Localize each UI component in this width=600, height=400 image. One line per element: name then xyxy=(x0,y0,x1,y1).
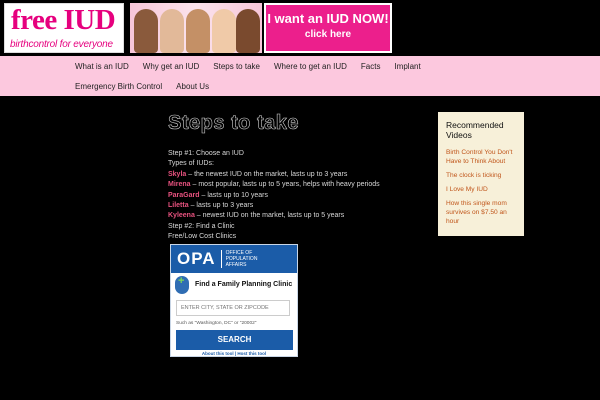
step-line-text: – lasts up to 3 years xyxy=(188,202,254,210)
step-line-text: – newest IUD on the market, lasts up to … xyxy=(194,212,345,220)
step-line: Types of IUDs: xyxy=(168,159,428,169)
opa-find-label: Find a Family Planning Clinic xyxy=(195,281,293,288)
iud-type-link[interactable]: Kyleena xyxy=(168,212,195,219)
step-line-text: Step #1: Choose an IUD xyxy=(168,150,244,157)
step-line: Liletta – lasts up to 3 years xyxy=(168,201,428,211)
nav-row-1: What is an IUD Why get an IUD Steps to tak… xyxy=(68,56,428,76)
main-nav: What is an IUD Why get an IUD Steps to tak… xyxy=(0,56,600,96)
logo-tagline: birthcontrol for everyone xyxy=(10,39,113,50)
iud-type-link[interactable]: Skyla xyxy=(168,171,186,178)
step-line-text: – lasts up to 10 years xyxy=(199,191,269,199)
step-line: ParaGard – lasts up to 10 years xyxy=(168,191,428,201)
main-content: Steps to take Step #1: Choose an IUD Type… xyxy=(168,112,428,243)
iud-type-link[interactable]: Mirena xyxy=(168,181,191,188)
banner-photo xyxy=(130,3,262,53)
nav-item-steps-to-take[interactable]: Steps to take xyxy=(206,62,267,71)
want-iud-cta-button[interactable]: I want an IUD NOW! click here xyxy=(264,3,392,53)
step-line-text: – most popular, lasts up to 5 years, hel… xyxy=(190,181,380,189)
site-logo[interactable]: free IUD birthcontrol for everyone xyxy=(4,3,124,53)
iud-type-link[interactable]: Liletta xyxy=(168,202,189,209)
video-link[interactable]: The clock is ticking xyxy=(446,171,516,180)
opa-footer-links[interactable]: About this tool | Host this tool xyxy=(171,351,297,356)
nav-item-why-get-an-iud[interactable]: Why get an IUD xyxy=(136,62,206,71)
nav-item-about-us[interactable]: About Us xyxy=(169,82,216,91)
location-pin-icon xyxy=(175,275,189,294)
video-link[interactable]: How this single mom survives on $7.50 an… xyxy=(446,199,516,226)
site-header: free IUD birthcontrol for everyone I wan… xyxy=(0,0,600,56)
video-link[interactable]: Birth Control You Don't Have to Think Ab… xyxy=(446,148,516,166)
video-link[interactable]: I Love My IUD xyxy=(446,185,516,194)
step-line: Free/Low Cost Clinics xyxy=(168,232,428,242)
step-line: Kyleena – newest IUD on the market, last… xyxy=(168,211,428,221)
step-line-text: – the newest IUD on the market, lasts up… xyxy=(186,170,348,178)
iud-type-link[interactable]: ParaGard xyxy=(168,192,200,199)
clinic-search-button[interactable]: SEARCH xyxy=(176,330,293,350)
step-line: Skyla – the newest IUD on the market, la… xyxy=(168,170,428,180)
step-line-text: Types of IUDs: xyxy=(168,160,214,168)
nav-item-what-is-an-iud[interactable]: What is an IUD xyxy=(68,62,136,71)
logo-title: free IUD xyxy=(11,4,116,36)
opa-office-name: OFFICE OF POPULATION AFFAIRS xyxy=(220,250,271,268)
opa-find-row: Find a Family Planning Clinic xyxy=(171,273,297,294)
opa-clinic-finder-widget: OPA OFFICE OF POPULATION AFFAIRS Find a … xyxy=(170,244,298,357)
step-line: Mirena – most popular, lasts up to 5 yea… xyxy=(168,180,428,190)
step-line-text: Step #2: Find a Clinic xyxy=(168,222,235,230)
cta-sub-label: click here xyxy=(304,29,352,40)
clinic-search-input[interactable] xyxy=(176,300,290,316)
recommended-videos-sidebar: Recommended Videos Birth Control You Don… xyxy=(438,112,524,236)
nav-row-2: Emergency Birth Control About Us xyxy=(68,76,216,96)
steps-list: Step #1: Choose an IUD Types of IUDs: Skyl… xyxy=(168,149,428,243)
sidebar-title: Recommended Videos xyxy=(446,120,504,140)
step-line: Step #1: Choose an IUD xyxy=(168,149,428,159)
page-title: Steps to take xyxy=(168,112,299,135)
nav-item-where-to-get-an-iud[interactable]: Where to get an IUD xyxy=(267,62,354,71)
nav-item-facts[interactable]: Facts xyxy=(354,62,388,71)
nav-item-emergency-birth-control[interactable]: Emergency Birth Control xyxy=(68,82,169,91)
cta-main-label: I want an IUD NOW! xyxy=(267,11,389,26)
opa-logo: OPA xyxy=(177,249,216,268)
step-line: Step #2: Find a Clinic xyxy=(168,222,428,232)
step-line-text: Free/Low Cost Clinics xyxy=(168,233,237,241)
opa-hint: Such as "Washington, DC" or "20002" xyxy=(176,321,257,326)
nav-item-implant[interactable]: Implant xyxy=(387,62,427,71)
opa-header: OPA OFFICE OF POPULATION AFFAIRS xyxy=(171,245,297,273)
